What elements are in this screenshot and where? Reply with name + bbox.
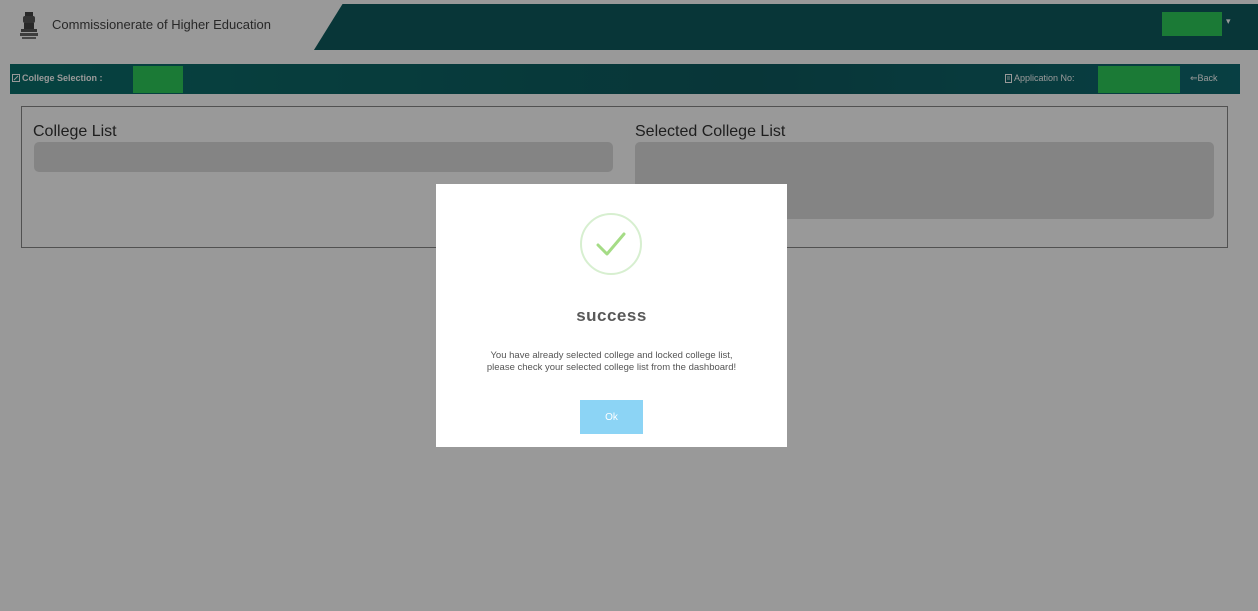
success-check-icon [580,213,642,275]
ok-button[interactable]: Ok [580,400,643,434]
dialog-message-line2: please check your selected college list … [486,362,737,373]
dialog-message: You have already selected college and lo… [446,350,777,374]
dialog-message-line1: You have already selected college and lo… [490,350,733,361]
dialog-title: success [576,306,647,325]
success-dialog: success You have already selected colleg… [436,184,787,447]
